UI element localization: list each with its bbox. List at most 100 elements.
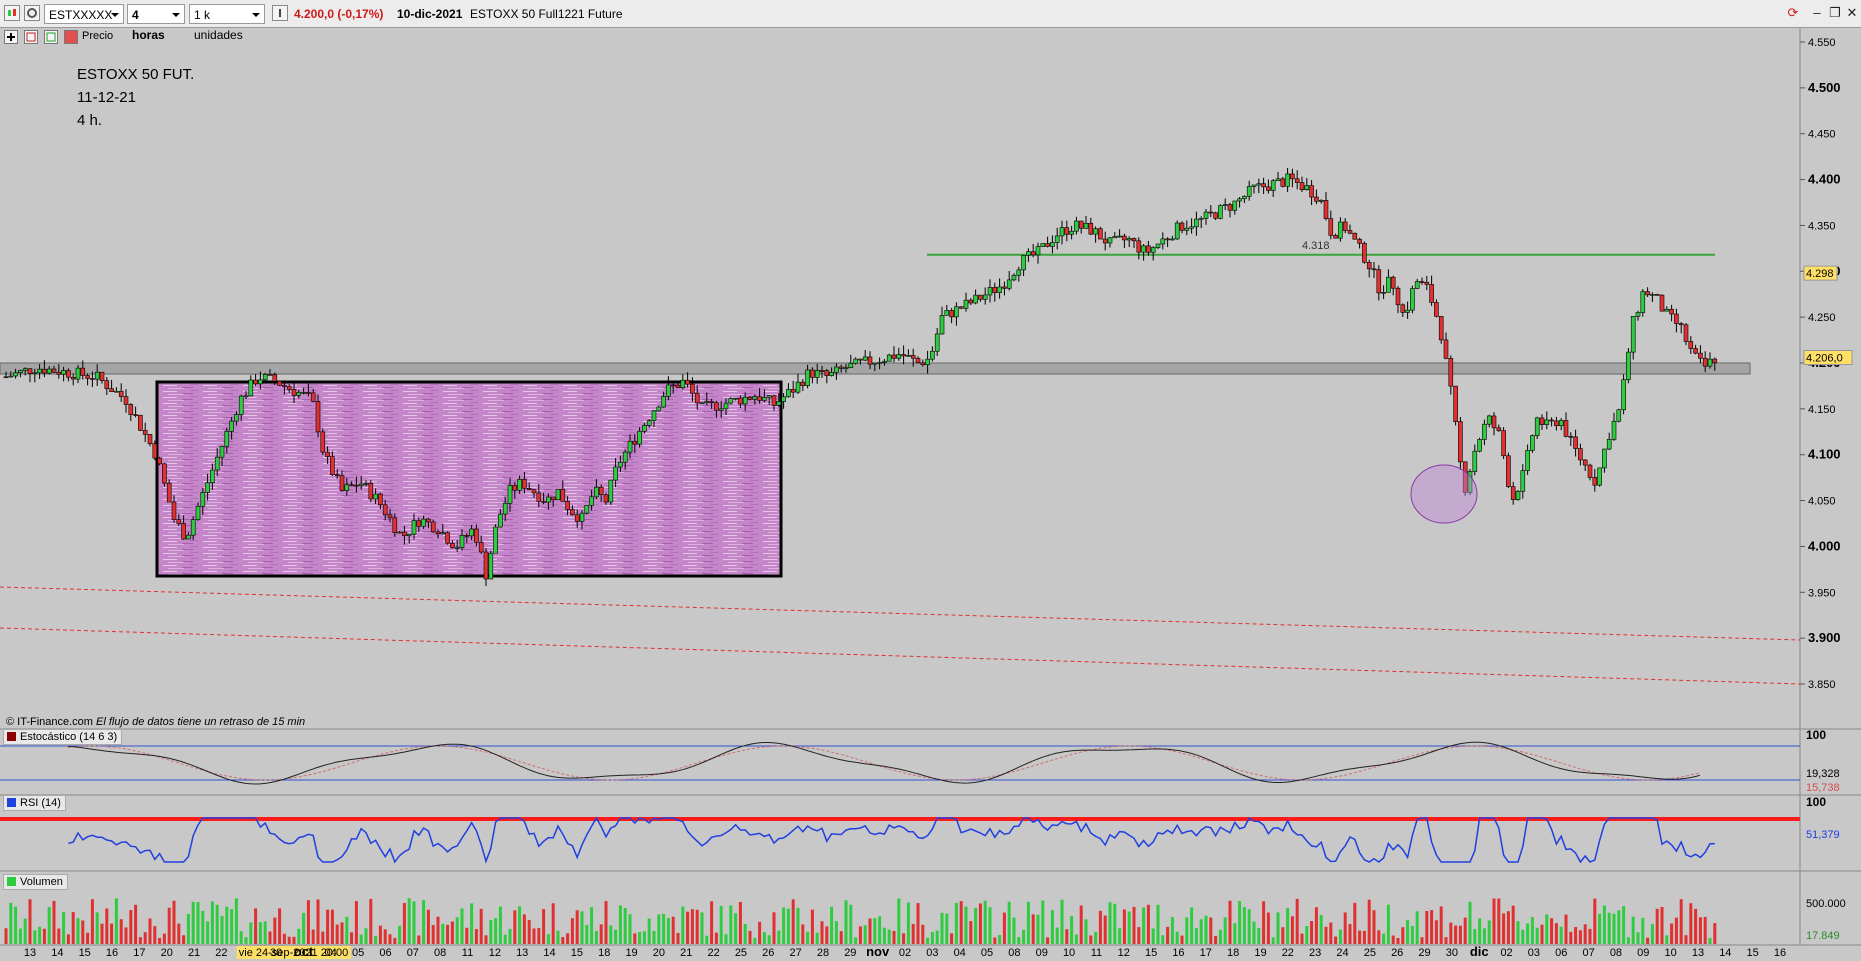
candle-body xyxy=(483,551,489,580)
restore-icon[interactable]: ❐ xyxy=(1828,6,1842,20)
volume-bar xyxy=(273,917,277,944)
candle-body xyxy=(478,542,484,553)
candle-body xyxy=(1275,178,1281,182)
volume-bar xyxy=(1343,912,1347,944)
x-tick-label: 11 xyxy=(462,947,473,959)
candle-body xyxy=(1501,430,1506,457)
minimize-icon[interactable]: – xyxy=(1810,6,1824,20)
chart-type-icon[interactable] xyxy=(4,5,20,21)
last-price-tag xyxy=(1803,349,1853,365)
volume-bar xyxy=(911,924,915,944)
volume-bar xyxy=(1175,931,1179,944)
last-price-text: 4.206,0 xyxy=(1806,352,1843,364)
refresh-icon[interactable]: ⟳ xyxy=(1786,6,1800,20)
candle-body xyxy=(1482,423,1487,440)
volume-bar xyxy=(402,903,406,944)
volume-bar xyxy=(86,932,90,944)
candle-body xyxy=(402,531,407,536)
x-tick-label: 20 xyxy=(161,947,173,959)
info-icon[interactable] xyxy=(272,5,288,21)
price-series-label[interactable]: Precio xyxy=(82,30,113,42)
candle-body xyxy=(1568,435,1574,438)
volume-bar xyxy=(882,927,886,944)
candle-body xyxy=(1136,240,1142,253)
volume-bar xyxy=(383,929,387,944)
candle-body xyxy=(157,457,162,465)
import-icon[interactable] xyxy=(44,30,58,44)
symbol-select[interactable]: ESTXXXXX xyxy=(44,4,124,24)
candle-body xyxy=(781,396,786,402)
volume-bar xyxy=(921,924,925,944)
volume-bar xyxy=(484,935,488,944)
price-series-icon[interactable] xyxy=(64,30,78,44)
volume-tick: 500.000 xyxy=(1806,898,1846,910)
candle-body xyxy=(1443,339,1449,359)
settings-icon[interactable] xyxy=(24,5,40,21)
candle-body xyxy=(344,484,350,491)
volume-bar xyxy=(4,928,8,944)
volume-bar xyxy=(518,906,522,944)
candle-body xyxy=(421,518,426,527)
volume-bar xyxy=(326,909,330,944)
candle-body xyxy=(56,371,62,375)
close-icon[interactable]: ✕ xyxy=(1845,6,1859,20)
candle-body xyxy=(32,372,38,375)
candle-body xyxy=(1414,281,1420,289)
add-icon[interactable] xyxy=(4,30,18,44)
volume-bar xyxy=(1358,930,1362,944)
main-chart[interactable]: 4.550 4.500 4.450 4.400 4.350 4.300 4.250 4.200… xyxy=(0,0,1861,961)
volume-bar xyxy=(311,929,315,944)
volume-bar xyxy=(302,912,306,944)
volume-label[interactable]: Volumen xyxy=(3,874,68,890)
volume-bar xyxy=(666,917,670,944)
volume-bar xyxy=(254,908,258,944)
volume-bar xyxy=(1065,929,1069,944)
candle-body xyxy=(392,517,398,533)
candle-body xyxy=(109,388,114,392)
y-tick-label: 4.550 xyxy=(1808,37,1836,49)
volume-bar xyxy=(1439,906,1443,944)
timeframe-select[interactable]: 4 horas xyxy=(127,4,185,42)
candle-body xyxy=(1712,358,1718,364)
candle-body xyxy=(1698,352,1703,359)
volume-bar xyxy=(1478,918,1482,944)
volume-bar xyxy=(1094,931,1098,944)
candle-body xyxy=(354,484,359,487)
export-icon[interactable] xyxy=(24,30,38,44)
volume-bar xyxy=(153,926,157,944)
candle-body xyxy=(1155,243,1161,248)
volume-bar xyxy=(873,918,877,944)
candle-body xyxy=(680,379,686,388)
candle-body xyxy=(536,492,542,502)
candle-body xyxy=(968,299,974,304)
volume-bar xyxy=(446,924,450,944)
units-select[interactable]: 1 k unidades xyxy=(189,4,265,42)
candle-body xyxy=(445,532,450,544)
volume-bar xyxy=(42,928,46,944)
x-tick-label: 18 xyxy=(598,947,610,959)
candle-body xyxy=(1054,235,1060,243)
candle-body xyxy=(248,379,254,397)
candle-body xyxy=(896,354,902,359)
candle-body xyxy=(1381,292,1386,294)
volume-bar xyxy=(38,926,42,944)
volume-bar xyxy=(1257,928,1261,944)
x-tick-label: 29 xyxy=(1418,947,1430,959)
candle-body xyxy=(1078,220,1084,229)
volume-bar xyxy=(158,937,162,944)
x-tick-label: 26 xyxy=(1391,947,1403,959)
candle-body xyxy=(1477,439,1482,452)
volume-bar xyxy=(642,931,646,944)
candle-body xyxy=(325,451,330,457)
candle-body xyxy=(814,370,820,378)
volume-bar xyxy=(450,921,454,944)
candle-body xyxy=(435,531,441,535)
stochastic-label[interactable]: Estocástico (14 6 3) xyxy=(3,729,123,745)
candle-body xyxy=(493,526,498,554)
volume-bar xyxy=(436,916,440,944)
x-tick-label: oct xyxy=(294,944,314,959)
volume-bar xyxy=(66,934,70,944)
rsi-label[interactable]: RSI (14) xyxy=(3,795,66,811)
volume-bar xyxy=(398,925,402,944)
volume-bar xyxy=(345,916,349,944)
